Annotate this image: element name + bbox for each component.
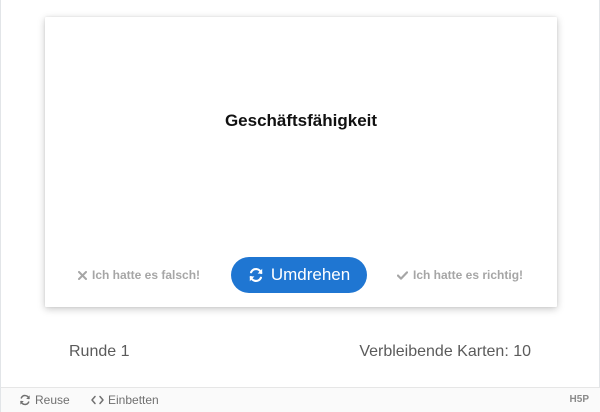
flip-label: Umdrehen <box>270 265 351 284</box>
check-icon <box>397 270 408 280</box>
wrong-answer-button[interactable]: Ich hatte es falsch! <box>78 267 200 283</box>
flip-button[interactable]: Umdrehen <box>231 257 367 293</box>
wrong-answer-label: Ich hatte es falsch! <box>92 268 201 282</box>
refresh-icon <box>248 267 264 283</box>
embed-label: Einbetten <box>108 393 159 407</box>
h5p-logo: H5P <box>569 394 589 405</box>
round-counter: Runde 1 <box>69 343 130 360</box>
right-answer-button[interactable]: Ich hatte es richtig! <box>397 267 523 283</box>
reuse-button[interactable]: Reuse <box>19 393 70 407</box>
right-answer-label: Ich hatte es richtig! <box>413 268 524 282</box>
card-term: Geschäftsfähigkeit <box>224 111 378 130</box>
h5p-footer: Reuse Einbetten H5P <box>1 387 600 412</box>
code-icon <box>91 395 104 405</box>
h5p-content-frame: Geschäftsfähigkeit Ich hatte es falsch! … <box>0 0 600 412</box>
reuse-label: Reuse <box>35 393 70 407</box>
flashcard: Geschäftsfähigkeit Ich hatte es falsch! … <box>45 17 557 307</box>
close-icon <box>78 270 87 280</box>
remaining-cards: Verbleibende Karten: 10 <box>359 343 531 360</box>
reuse-icon <box>19 394 31 406</box>
embed-button[interactable]: Einbetten <box>91 393 159 407</box>
